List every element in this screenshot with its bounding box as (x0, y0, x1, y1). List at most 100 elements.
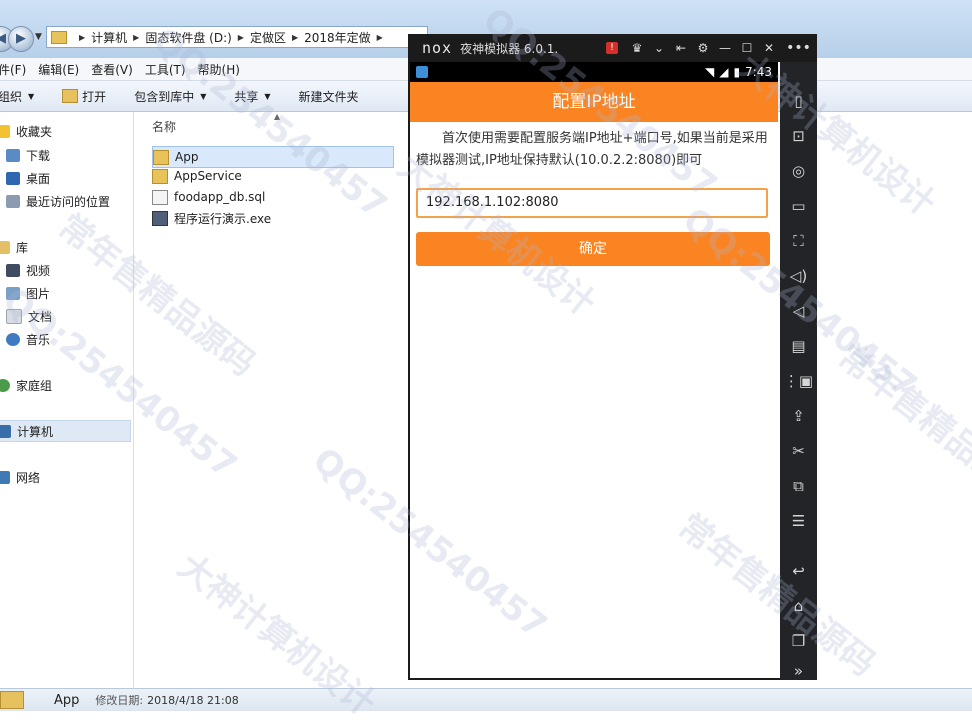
nav-pictures[interactable]: 图片 (6, 285, 50, 302)
nav-downloads[interactable]: 下载 (6, 147, 50, 164)
nox-sidebar: ▯ ⊡ ◎ ▭ ⛶ ◁) ◁ ▤ ⋮▣ ⇪ ✂ ⧉ ☰ ↩ ⌂ ❐ » (780, 62, 817, 680)
robot-icon[interactable]: ⊡ (780, 121, 817, 151)
forward-button[interactable]: ▶ (8, 26, 34, 52)
breadcrumb-item[interactable]: ▶ 固态软件盘 (D:) (127, 29, 232, 46)
recent-places-icon (6, 195, 20, 208)
android-status-bar: ◥ ◢ ▮ 7:43 (410, 62, 778, 82)
volume-down-icon[interactable]: ◁ (780, 296, 817, 326)
folder-icon (153, 149, 169, 165)
location-icon[interactable]: ◎ (780, 156, 817, 186)
homegroup-icon (0, 379, 10, 392)
include-library-button[interactable]: 包含到库中 ▼ (134, 88, 206, 105)
chevron-right-icon: ▶ (237, 32, 244, 42)
battery-icon: ▮ (733, 65, 741, 79)
folder-icon (0, 691, 24, 709)
open-button[interactable]: 打开 (62, 88, 106, 105)
download-icon (6, 149, 20, 162)
menu-edit[interactable]: 编辑(E) (38, 61, 79, 78)
chevron-right-icon: ▶ (291, 32, 299, 42)
history-dropdown-icon[interactable]: ▼ (35, 32, 42, 42)
minimize-button[interactable]: — (714, 41, 736, 55)
nav-recent[interactable]: 最近访问的位置 (6, 193, 110, 210)
file-item[interactable]: AppService (152, 166, 242, 186)
file-item[interactable]: foodapp_db.sql (152, 187, 265, 207)
document-icon (6, 309, 22, 324)
nav-homegroup[interactable]: 家庭组 (0, 377, 52, 394)
music-icon (6, 333, 20, 346)
nav-music[interactable]: 音乐 (6, 331, 50, 348)
desktop-icon (6, 172, 20, 185)
more-options-icon[interactable]: ••• (780, 34, 817, 62)
dropdown-arrow-icon: ▼ (200, 91, 207, 101)
fullscreen-icon[interactable]: ⛶ (780, 226, 817, 256)
emulator-frame-bottom (408, 678, 780, 680)
close-button[interactable]: ✕ (758, 41, 780, 55)
maximize-button[interactable]: ☐ (736, 41, 758, 55)
scissors-icon[interactable]: ✂ (780, 436, 817, 466)
library-icon (0, 241, 10, 254)
app-content: 首次使用需要配置服务端IP地址+端口号,如果当前是采用模拟器测试,IP地址保持默… (410, 122, 778, 678)
pin-icon[interactable]: ⇤ (670, 41, 692, 55)
new-folder-button[interactable]: 新建文件夹 (299, 88, 359, 105)
chevron-right-icon: ▶ (79, 32, 86, 42)
nox-window-title: 夜神模拟器 6.0.1. (460, 41, 559, 56)
breadcrumb-item[interactable]: ▶ 定做区 (232, 29, 286, 46)
file-icon (152, 189, 168, 205)
file-item[interactable]: App (152, 146, 394, 168)
menu-help[interactable]: 帮助(H) (198, 61, 240, 78)
app-title-bar: 配置IP地址 (410, 82, 778, 122)
column-header-name[interactable]: 名称 (152, 118, 176, 135)
expand-icon[interactable]: » (780, 656, 817, 686)
recent-apps-icon[interactable]: ❐ (780, 626, 817, 656)
volume-up-icon[interactable]: ◁) (780, 261, 817, 291)
screen-icon[interactable]: ▭ (780, 191, 817, 221)
menu-tools[interactable]: 工具(T) (145, 61, 186, 78)
open-folder-icon (62, 89, 79, 103)
signal-icon: ◢ (719, 65, 729, 79)
nox-logo: nox (422, 39, 453, 57)
exe-icon (152, 210, 168, 226)
breadcrumb-item[interactable]: ▶ 2018年定做 (286, 29, 371, 46)
config-description: 首次使用需要配置服务端IP地址+端口号,如果当前是采用模拟器测试,IP地址保持默… (416, 131, 768, 168)
breadcrumb-item[interactable]: ▶ 计算机 (73, 29, 127, 46)
dropdown-arrow-icon: ▼ (28, 91, 35, 101)
theme-shirt-icon[interactable]: ♛ (626, 41, 648, 55)
shake-icon[interactable]: ▯ (780, 86, 817, 116)
modified-label: 修改日期: (95, 694, 144, 707)
nav-computer[interactable]: 计算机 (0, 420, 131, 442)
home-icon[interactable]: ⌂ (780, 591, 817, 621)
settings-gear-icon[interactable]: ⚙ (692, 41, 714, 55)
nav-documents[interactable]: 文档 (6, 308, 52, 325)
wifi-icon: ◥ (704, 65, 715, 79)
file-list: ▲ 名称 App AppService foodapp_db.sql 程序运行演… (134, 112, 414, 688)
menu-file[interactable]: 件(F) (0, 61, 26, 78)
nav-videos[interactable]: 视频 (6, 262, 50, 279)
folder-icon (152, 168, 168, 184)
alert-icon[interactable]: ! (606, 42, 618, 54)
computer-icon (0, 424, 11, 438)
nav-network[interactable]: 网络 (0, 469, 40, 486)
breadcrumb-item[interactable]: ▶ (371, 33, 389, 42)
toolbox-icon[interactable]: ▤ (780, 331, 817, 361)
apk-install-icon[interactable]: ⇪ (780, 401, 817, 431)
emulator-frame-left (408, 62, 410, 680)
chevron-right-icon: ▶ (376, 32, 383, 42)
share-button[interactable]: 共享 ▼ (234, 88, 270, 105)
status-bar: App 修改日期: 2018/4/18 21:08 (0, 688, 972, 711)
confirm-button[interactable]: 确定 (416, 232, 770, 266)
nav-favorites[interactable]: 收藏夹 (0, 123, 52, 140)
macro-icon[interactable]: ⋮▣ (780, 366, 817, 396)
multi-instance-icon[interactable]: ⧉ (780, 471, 817, 501)
menu-icon[interactable]: ☰ (780, 506, 817, 536)
nav-desktop[interactable]: 桌面 (6, 170, 50, 187)
modified-value: 2018/4/18 21:08 (147, 693, 239, 707)
organize-button[interactable]: 组织 ▼ (0, 88, 34, 105)
back-icon[interactable]: ↩ (780, 556, 817, 586)
nav-libraries[interactable]: 库 (0, 239, 28, 256)
android-clock: 7:43 (745, 65, 772, 79)
address-bar[interactable]: ▶ 计算机 ▶ 固态软件盘 (D:) ▶ 定做区 ▶ 2018年定做 ▶ (46, 26, 428, 48)
dropdown-icon[interactable]: ⌄ (648, 41, 670, 55)
file-item[interactable]: 程序运行演示.exe (152, 208, 271, 228)
ip-address-input[interactable]: 192.168.1.102:8080 (416, 188, 768, 218)
menu-view[interactable]: 查看(V) (91, 61, 133, 78)
